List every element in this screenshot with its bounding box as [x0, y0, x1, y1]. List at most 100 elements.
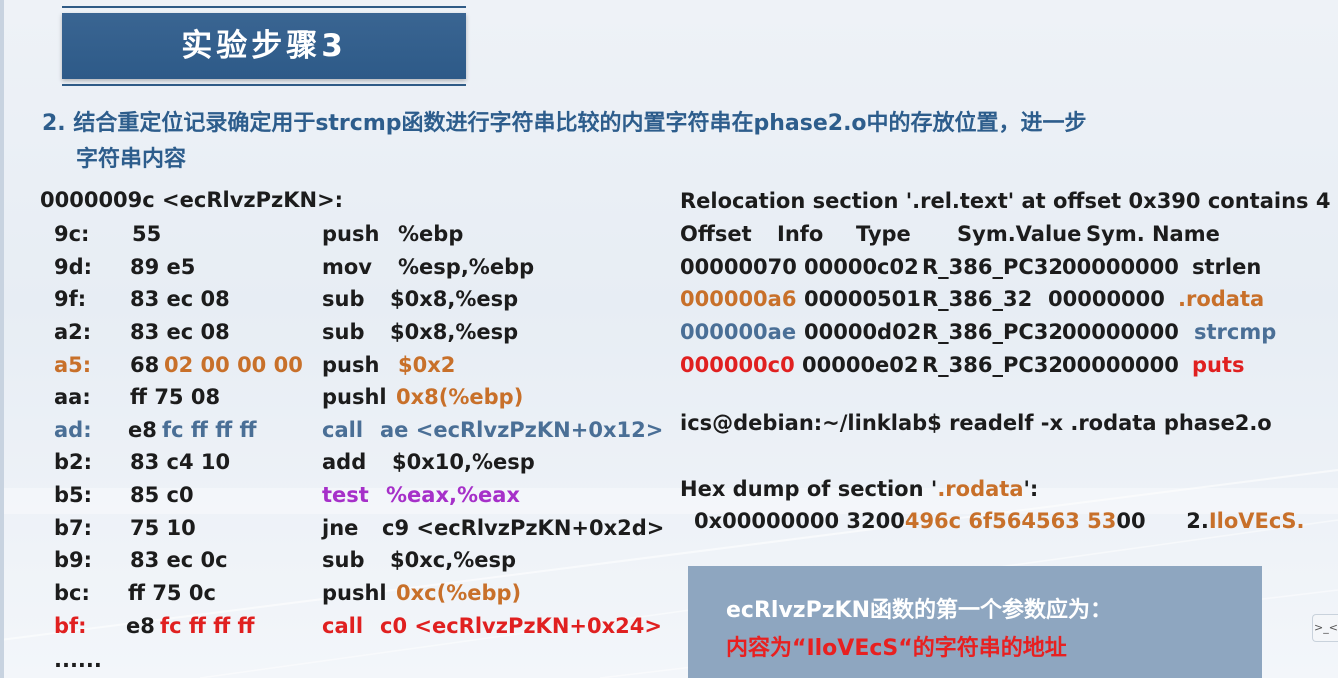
disasm-row-highlight-purple: b5: 85 c0 test %eax,%eax — [0, 483, 670, 513]
disasm-bytes: ff 75 08 — [130, 385, 221, 409]
disasm-addr: 9c: — [54, 222, 90, 246]
relocation-row: 00000070 00000c02 R_386_PC32 00000000 st… — [680, 255, 1320, 285]
disasm-arg: $0x8,%esp — [390, 320, 519, 344]
rel-name: strlen — [1192, 255, 1262, 279]
hexdump-addr: 0x00000000 — [694, 509, 840, 533]
rel-info: 00000501 — [804, 287, 921, 311]
hexdump-hex-prefix: 3200 — [846, 509, 905, 533]
hexdump-line: 0x00000000 3200496c 6f564563 5300 2.IloV… — [694, 509, 1304, 533]
disasm-bytes: 83 ec 08 — [130, 287, 230, 311]
disasm-bytes: 83 c4 10 — [130, 450, 231, 474]
disasm-arg: $0x2 — [398, 353, 456, 377]
shell-command: ics@debian:~/linklab$ readelf -x .rodata… — [680, 411, 1272, 435]
hexdump-ascii-prefix: 2. — [1186, 509, 1209, 533]
disasm-op: mov — [322, 255, 372, 279]
disasm-bytes: 55 — [132, 222, 162, 246]
disasm-arg: ae <ecRlvzPzKN+0x12> — [380, 418, 664, 442]
callout-line-1: ecRlvzPzKN函数的第一个参数应为： — [726, 598, 1112, 623]
disasm-bytes: 83 ec 08 — [130, 320, 230, 344]
rel-offset: 000000ae — [680, 320, 797, 344]
disasm-bytes-immediate: 02 00 00 00 — [164, 353, 303, 377]
rel-type: R_386_32 — [922, 287, 1033, 311]
col-offset: Offset — [680, 222, 752, 246]
relocation-header: Relocation section '.rel.text' at offset… — [680, 189, 1338, 213]
disasm-addr: 9f: — [54, 287, 87, 311]
disasm-arg: c0 <ecRlvzPzKN+0x24> — [380, 614, 662, 638]
rel-offset: 000000c0 — [680, 353, 795, 377]
rel-offset: 00000070 — [680, 255, 797, 279]
disasm-addr: aa: — [54, 385, 91, 409]
disasm-op: test — [322, 483, 369, 507]
disasm-addr: bf: — [54, 614, 87, 638]
rel-value: 00000000 — [1062, 353, 1179, 377]
title-bottom-rule — [62, 84, 466, 86]
rel-name: strcmp — [1194, 320, 1277, 344]
disasm-bytes: 83 ec 0c — [130, 548, 228, 572]
rel-info: 00000d02 — [804, 320, 922, 344]
slide-title: 实验步骤3 — [181, 28, 347, 64]
disasm-addr: a5: — [54, 353, 92, 377]
rel-value: 00000000 — [1062, 255, 1179, 279]
rel-value: 00000000 — [1048, 287, 1165, 311]
col-type: Type — [856, 222, 911, 246]
callout-line-2: 内容为“IloVEcS“的字符串的地址 — [726, 636, 1067, 661]
disasm-addr: b9: — [54, 548, 93, 572]
disasm-row: 9d: 89 e5 mov %esp,%ebp — [0, 255, 670, 285]
disasm-bytes-opcode: 68 — [130, 353, 160, 377]
title-top-rule — [62, 6, 466, 8]
disasm-row-highlight-red: bf: e8 fc ff ff ff call c0 <ecRlvzPzKN+0… — [0, 614, 670, 644]
disasm-addr: bc: — [54, 581, 90, 605]
rel-offset: 000000a6 — [680, 287, 797, 311]
disasm-op: pushl — [322, 385, 387, 409]
disasm-addr: b2: — [54, 450, 93, 474]
col-sym-value: Sym.Value — [957, 222, 1082, 246]
disasm-row: 9f: 83 ec 08 sub $0x8,%esp — [0, 287, 670, 317]
disasm-arg: %esp,%ebp — [398, 255, 535, 279]
disasm-row: b7: 75 10 jne c9 <ecRlvzPzKN+0x2d> — [0, 516, 670, 546]
disasm-arg: %eax,%eax — [386, 483, 520, 507]
relocation-column-headers: Offset Info Type Sym.Value Sym. Name — [680, 222, 1320, 252]
rel-info: 00000e02 — [802, 353, 919, 377]
disasm-addr: b7: — [54, 516, 93, 540]
relocation-row-highlight-red: 000000c0 00000e02 R_386_PC32 00000000 pu… — [680, 353, 1320, 383]
step-description: 2. 结合重定位记录确定用于strcmp函数进行字符串比较的内置字符串在phas… — [42, 106, 1338, 178]
disasm-bytes: 85 c0 — [130, 483, 194, 507]
corner-toggle-button[interactable]: >_< — [1312, 614, 1338, 642]
relocation-row-highlight-orange: 000000a6 00000501 R_386_32 00000000 .rod… — [680, 287, 1320, 317]
disasm-op: sub — [322, 287, 365, 311]
disasm-op: push — [322, 353, 380, 377]
hexdump-section-name: .rodata — [937, 477, 1024, 501]
disasm-addr: b5: — [54, 483, 93, 507]
disasm-row: aa: ff 75 08 pushl 0x8(%ebp) — [0, 385, 670, 415]
disasm-op: jne — [322, 516, 359, 540]
col-sym-name: Sym. Name — [1086, 222, 1220, 246]
disasm-bytes-opcode: e8 — [126, 614, 155, 638]
disasm-ellipsis: ...... — [54, 648, 102, 672]
disasm-op: sub — [322, 548, 365, 572]
hexdump-hex-terminator: 00 — [1116, 509, 1146, 533]
disasm-bytes: 75 10 — [130, 516, 196, 540]
disasm-bytes: ff 75 0c — [128, 581, 216, 605]
hexdump-header-prefix: Hex dump of section ' — [680, 477, 938, 501]
disasm-arg: 0xc(%ebp) — [396, 581, 522, 605]
hexdump-hex-string: 496c 6f564563 53 — [904, 509, 1117, 533]
disasm-row-highlight-orange: a5: 68 02 00 00 00 push $0x2 — [0, 353, 670, 383]
relocation-row-highlight-blue: 000000ae 00000d02 R_386_PC32 00000000 st… — [680, 320, 1320, 350]
step-line-2: 字符串内容 — [76, 147, 187, 172]
disasm-addr: a2: — [54, 320, 92, 344]
disasm-bytes-displacement: fc ff ff ff — [162, 418, 257, 442]
disasm-bytes-opcode: e8 — [128, 418, 157, 442]
rel-info: 00000c02 — [804, 255, 919, 279]
col-info: Info — [777, 222, 824, 246]
disasm-addr: 9d: — [54, 255, 93, 279]
disasm-bytes-displacement: fc ff ff ff — [160, 614, 255, 638]
rel-type: R_386_PC32 — [922, 353, 1064, 377]
hexdump-header-suffix: ': — [1023, 477, 1039, 501]
disasm-op: call — [322, 614, 364, 638]
disasm-op: push — [322, 222, 380, 246]
disasm-arg: $0x10,%esp — [392, 450, 535, 474]
disasm-addr: ad: — [54, 418, 92, 442]
disasm-arg: $0x8,%esp — [390, 287, 519, 311]
rel-type: R_386_PC32 — [922, 255, 1064, 279]
disasm-row: bc: ff 75 0c pushl 0xc(%ebp) — [0, 581, 670, 611]
